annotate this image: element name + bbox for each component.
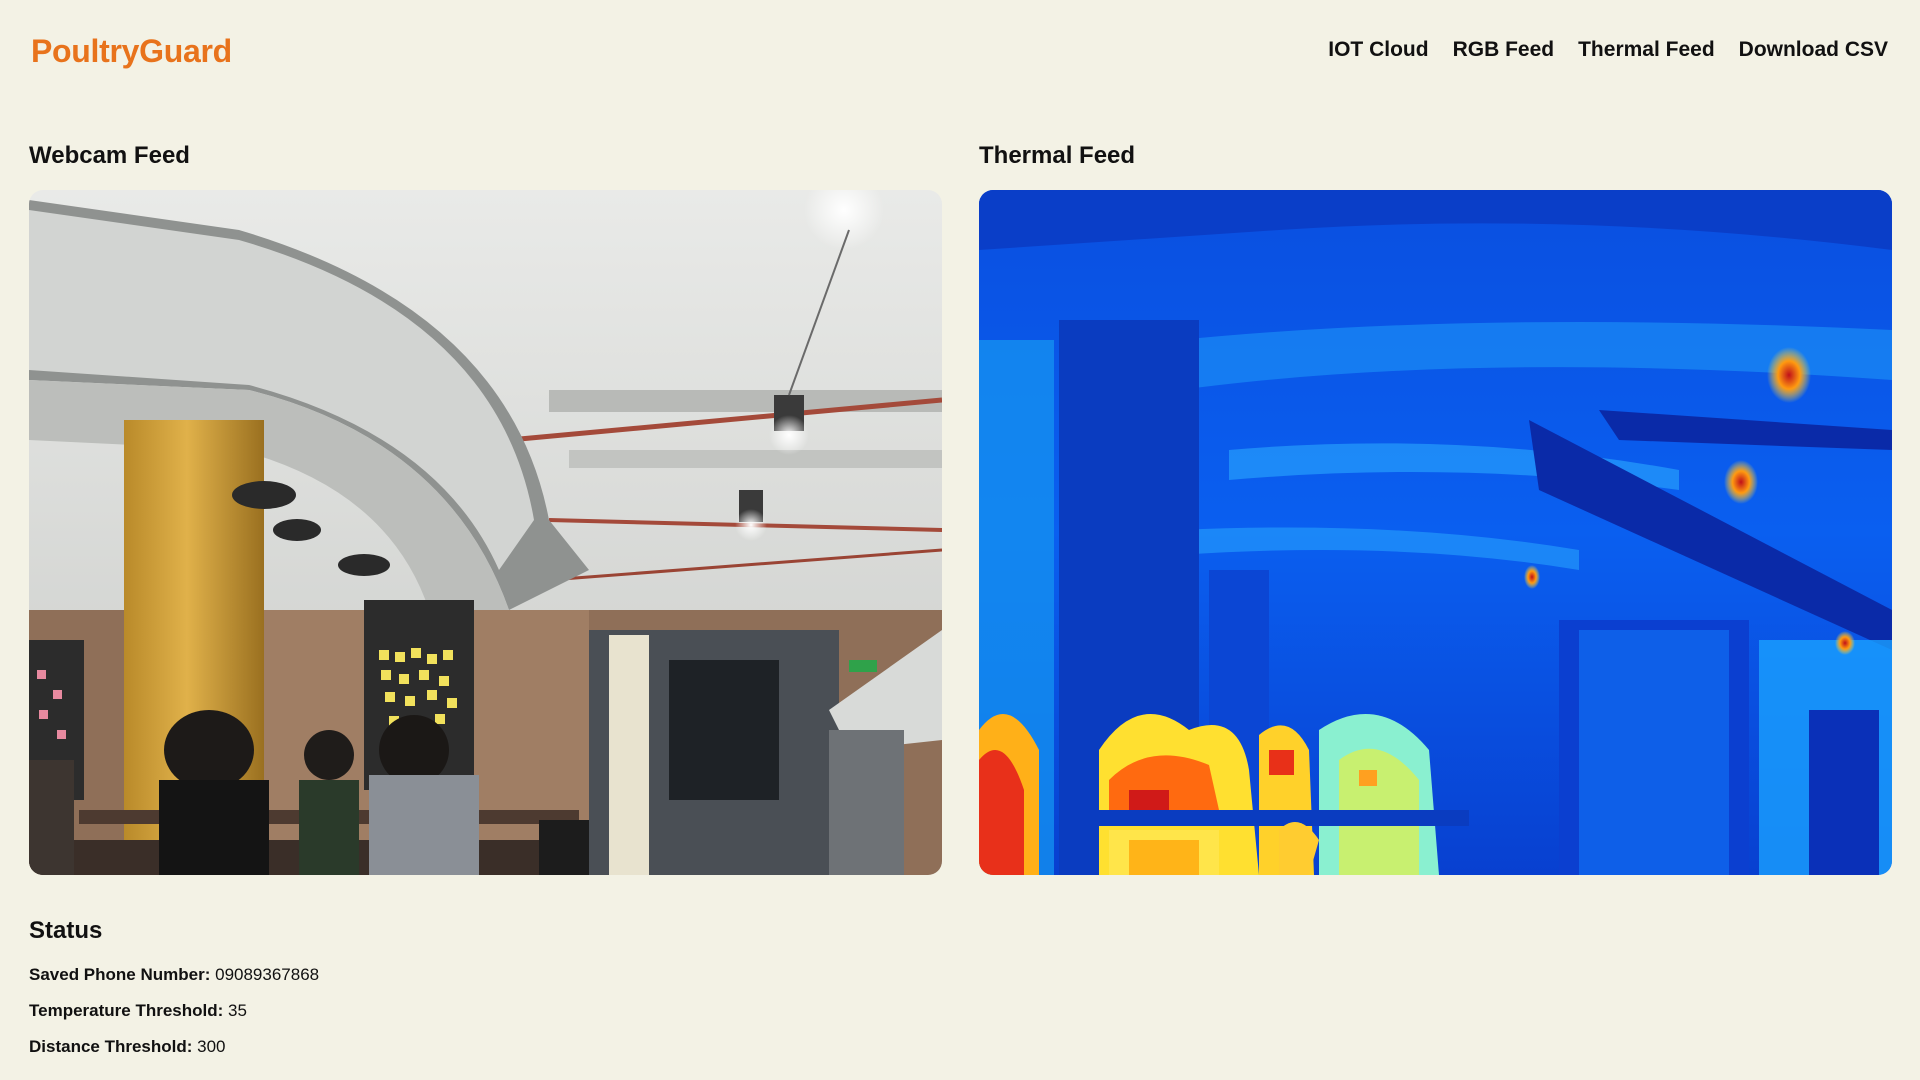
- thermal-feed-title: Thermal Feed: [979, 142, 1136, 169]
- nav-thermal-feed[interactable]: Thermal Feed: [1578, 38, 1715, 62]
- nav-links: IOT Cloud RGB Feed Thermal Feed Download…: [1328, 38, 1888, 62]
- phone-value: 09089367868: [215, 965, 320, 984]
- phone-label: Saved Phone Number:: [29, 965, 216, 984]
- temperature-value: 35: [228, 1001, 247, 1020]
- status-temperature-row: Temperature Threshold: 35: [29, 1001, 247, 1021]
- brand-logo[interactable]: PoultryGuard: [31, 33, 232, 70]
- status-title: Status: [29, 917, 103, 944]
- nav-iot-cloud[interactable]: IOT Cloud: [1328, 38, 1428, 62]
- status-phone-row: Saved Phone Number: 09089367868: [29, 965, 319, 985]
- navbar: PoultryGuard IOT Cloud RGB Feed Thermal …: [0, 0, 1920, 104]
- status-distance-row: Distance Threshold: 300: [29, 1037, 226, 1057]
- thermal-feed-image: [979, 190, 1892, 875]
- distance-label: Distance Threshold:: [29, 1037, 198, 1056]
- distance-value: 300: [197, 1037, 226, 1056]
- temperature-label: Temperature Threshold:: [29, 1001, 228, 1020]
- nav-rgb-feed[interactable]: RGB Feed: [1453, 38, 1555, 62]
- nav-download-csv[interactable]: Download CSV: [1739, 38, 1888, 62]
- webcam-feed-title: Webcam Feed: [29, 142, 190, 169]
- webcam-feed-image: [29, 190, 942, 875]
